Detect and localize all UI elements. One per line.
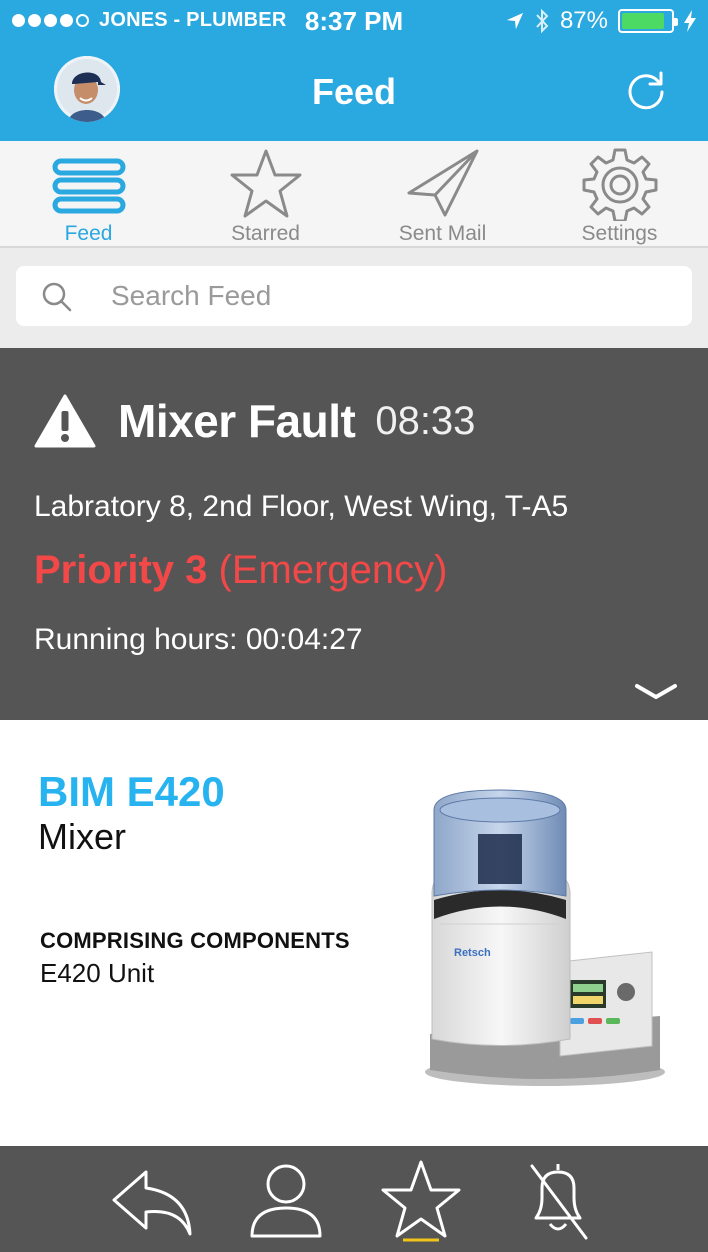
alert-title: Mixer Fault (118, 395, 356, 447)
tab-starred-label: Starred (231, 222, 300, 245)
chevron-down-icon[interactable] (634, 682, 678, 702)
battery-fill (622, 13, 664, 29)
tab-settings[interactable]: Settings (531, 141, 708, 246)
tab-bar: Feed Starred Sent Mail Settings (0, 141, 708, 248)
tab-feed-label: Feed (64, 222, 113, 245)
running-hours: Running hours: 00:04:27 (34, 623, 363, 657)
status-right: 87% (506, 7, 696, 35)
alert-location: Labratory 8, 2nd Floor, West Wing, T-A5 (34, 490, 569, 523)
priority-label: (Emergency) (218, 548, 448, 592)
mixer-machine-image: Retsch (425, 789, 665, 1086)
status-bar: JONES - PLUMBER 8:37 PM 87% (0, 0, 708, 44)
components-heading: COMPRISING COMPONENTS (40, 928, 350, 953)
bottom-toolbar (0, 1146, 708, 1252)
tab-sent-mail-label: Sent Mail (398, 222, 487, 245)
tab-feed[interactable]: Feed (0, 141, 177, 246)
search-input[interactable] (111, 274, 671, 318)
alert-header: Mixer Fault 08:33 (34, 394, 475, 448)
paper-plane-icon (407, 149, 478, 217)
product-type: Mixer (38, 816, 126, 857)
search-box (16, 266, 692, 326)
gear-icon (582, 148, 657, 221)
alert-card[interactable]: Mixer Fault 08:33 Labratory 8, 2nd Floor… (0, 348, 708, 720)
location-arrow-icon (506, 12, 524, 30)
running-hours-label: Running hours: (34, 623, 238, 656)
page-title: Feed (311, 71, 397, 112)
alert-time: 08:33 (375, 398, 476, 443)
bell-muted-icon[interactable] (516, 1158, 600, 1242)
battery-percent: 87% (559, 7, 608, 34)
running-hours-value: 00:04:27 (245, 623, 363, 656)
charging-bolt-icon (684, 10, 696, 32)
product-card: BIM E420 Mixer COMPRISING COMPONENTS E42… (0, 720, 708, 1146)
feed-list-icon (52, 158, 125, 214)
search-area (0, 248, 708, 348)
machine-brand-text: Retsch (454, 947, 491, 959)
tab-settings-label: Settings (581, 222, 658, 245)
components-value: E420 Unit (40, 958, 155, 988)
bluetooth-icon (536, 8, 549, 34)
alert-priority: Priority 3 (Emergency) (34, 548, 447, 593)
search-icon (42, 282, 72, 312)
star-icon (230, 149, 301, 218)
contact-person-icon[interactable] (244, 1158, 328, 1242)
tab-starred[interactable]: Starred (177, 141, 354, 246)
reply-icon[interactable] (110, 1158, 194, 1242)
star-icon[interactable] (379, 1158, 463, 1242)
product-model: BIM E420 (38, 768, 225, 815)
battery-icon (618, 9, 678, 33)
warning-icon (34, 394, 96, 448)
priority-level: Priority 3 (34, 548, 208, 592)
tab-sent-mail[interactable]: Sent Mail (354, 141, 531, 246)
refresh-icon[interactable] (624, 68, 668, 112)
header-bar: JONES - PLUMBER 8:37 PM 87% Feed (0, 0, 708, 141)
